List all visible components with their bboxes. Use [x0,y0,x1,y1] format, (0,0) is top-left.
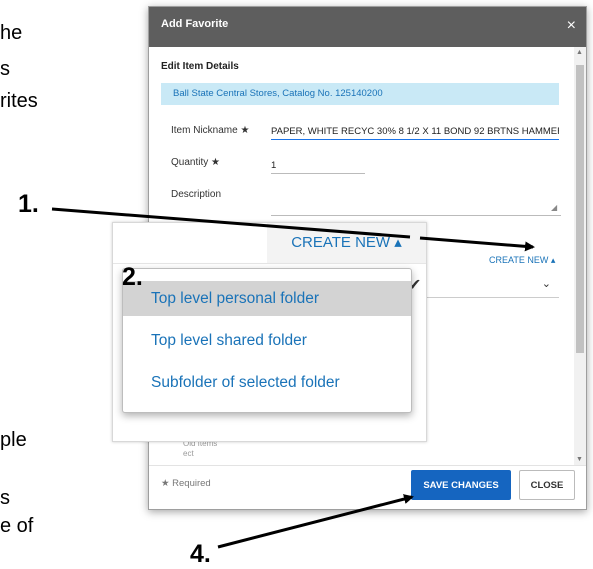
arrow-4-line [217,494,414,549]
arrow-1-line [51,207,411,239]
step-number-2: 2. [122,263,143,291]
annotation-arrows [51,207,535,549]
step-number-1: 1. [18,190,39,218]
step-number-4: 4. [190,540,211,568]
arrow-1-head [419,236,535,252]
